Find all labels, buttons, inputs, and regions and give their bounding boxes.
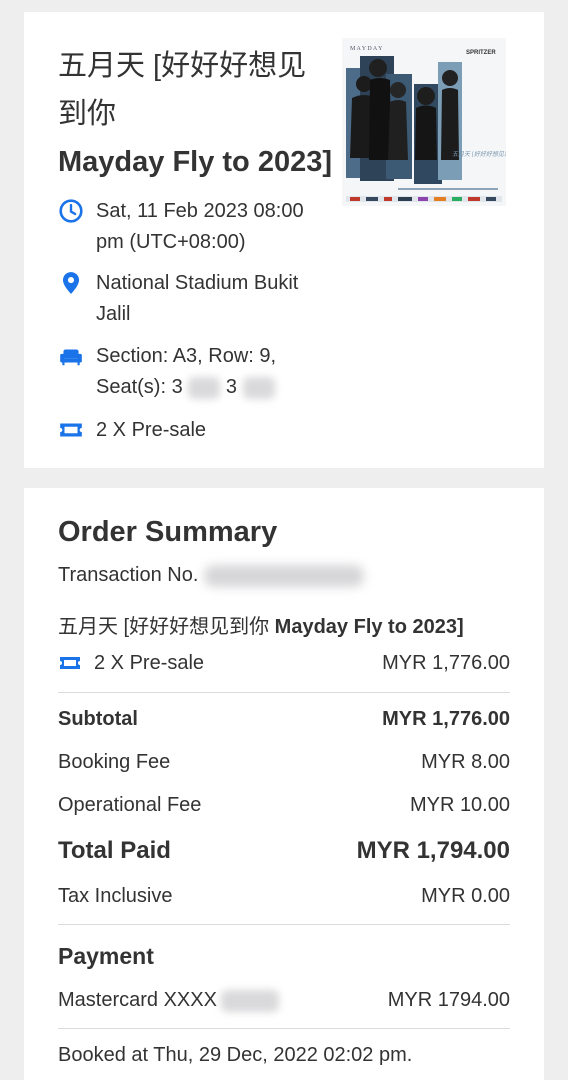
seat-text-2: 3 [225, 376, 237, 398]
event-title: 五月天 [好好好想见到你 Mayday Fly to 2023] [58, 42, 333, 186]
event-venue: National Stadium Bukit Jalil [96, 272, 299, 325]
total-paid-label: Total Paid [58, 837, 171, 864]
ticket-icon [60, 657, 80, 669]
order-event-name: 五月天 [好好好想见到你 Mayday Fly to 2023] [58, 610, 464, 639]
poster-caption: 五月天 [好好好想见到你] [452, 150, 506, 158]
tax-label: Tax Inclusive [58, 885, 173, 907]
transaction-number: Transaction No. [58, 564, 365, 587]
clock-icon [59, 199, 83, 223]
event-datetime: Sat, 11 Feb 2023 08:00 pm (UTC+08:00) [96, 200, 304, 253]
booking-fee-row: Booking Fee MYR 8.00 [58, 751, 510, 774]
operational-fee-amount: MYR 10.00 [409, 794, 510, 816]
booking-fee-amount: MYR 8.00 [421, 751, 510, 773]
event-ticket: 2 X Pre-sale [96, 419, 207, 441]
event-poster-image[interactable]: M A Y D A Y SPRITZER 五月天 [好好好想见到你] [342, 38, 506, 206]
transaction-label: Transaction No. [58, 564, 199, 586]
event-card: 五月天 [好好好想见到你 Mayday Fly to 2023] M A Y D… [24, 12, 544, 468]
event-seat-row: Section: A3, Row: 9, Seat(s): 3 3 [58, 341, 336, 403]
ticket-line-label: 2 X Pre-sale [94, 651, 205, 674]
order-event-en: Mayday Fly to 2023] [274, 616, 464, 638]
order-event-cn: 五月天 [好好好想见到你 [58, 616, 275, 638]
event-datetime-row: Sat, 11 Feb 2023 08:00 pm (UTC+08:00) [58, 196, 336, 258]
card-amount: MYR 1794.00 [387, 989, 510, 1011]
booked-at: Booked at Thu, 29 Dec, 2022 02:02 pm. [58, 1044, 413, 1066]
tax-row: Tax Inclusive MYR 0.00 [58, 885, 510, 908]
ticket-line-amount: MYR 1,776.00 [382, 651, 510, 674]
subtotal-amount: MYR 1,776.00 [382, 708, 510, 730]
redacted-card-digits [220, 989, 279, 1012]
seat-sofa-icon [60, 349, 82, 366]
payment-card-row: Mastercard XXXX MYR 1794.00 [58, 989, 510, 1012]
total-paid-row: Total Paid MYR 1,794.00 [58, 837, 510, 865]
card-label: Mastercard XXXX [58, 989, 217, 1011]
total-paid-amount: MYR 1,794.00 [356, 837, 510, 864]
poster-top-letters: M A Y D A Y [350, 46, 383, 52]
ticket-icon [60, 423, 82, 437]
order-summary-card: Order Summary Transaction No. 五月天 [好好好想见… [24, 488, 544, 1080]
event-seat: Section: A3, Row: 9, Seat(s): 3 3 [96, 341, 336, 403]
location-pin-icon [62, 272, 80, 294]
event-title-en: Mayday Fly to 2023] [58, 146, 332, 178]
redacted-transaction-no [204, 564, 365, 587]
poster-brand: SPRITZER [466, 50, 496, 56]
order-summary-heading: Order Summary [58, 516, 278, 548]
redacted-seat-1 [188, 376, 221, 399]
event-ticket-row: 2 X Pre-sale [58, 415, 336, 446]
operational-fee-row: Operational Fee MYR 10.00 [58, 794, 510, 817]
tax-amount: MYR 0.00 [421, 885, 510, 907]
event-title-cn: 五月天 [好好好想见到你 [58, 50, 307, 130]
event-venue-row: National Stadium Bukit Jalil [58, 268, 336, 330]
divider [58, 924, 510, 925]
divider [58, 1028, 510, 1029]
redacted-seat-2 [242, 376, 275, 399]
subtotal-row: Subtotal MYR 1,776.00 [58, 708, 510, 731]
ticket-line-row: 2 X Pre-sale MYR 1,776.00 [58, 651, 510, 675]
booking-fee-label: Booking Fee [58, 751, 171, 773]
subtotal-label: Subtotal [58, 708, 138, 730]
operational-fee-label: Operational Fee [58, 794, 202, 816]
payment-heading: Payment [58, 943, 154, 969]
divider [58, 692, 510, 693]
